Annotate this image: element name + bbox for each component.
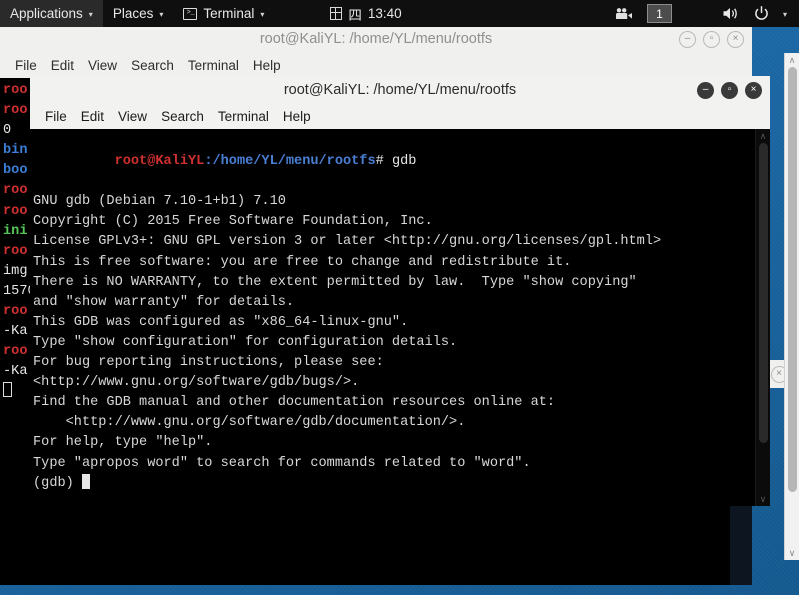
background-window-menubar: File Edit View Search Terminal Help (0, 53, 752, 78)
menu-terminal[interactable]: Terminal (211, 104, 276, 129)
calendar-icon (330, 7, 343, 20)
background-terminal-scrollbar[interactable]: ∧ ∨ (784, 53, 799, 560)
volume-icon[interactable] (722, 6, 740, 21)
background-window-controls: – ▫ × (679, 30, 744, 48)
terminal-icon: >_ (183, 7, 198, 20)
close-button[interactable]: × (727, 30, 744, 48)
menu-view[interactable]: View (81, 53, 124, 78)
scroll-down-arrow-icon[interactable]: ∨ (756, 492, 770, 506)
clock-time: 13:40 (367, 6, 402, 21)
chevron-down-icon[interactable]: ▾ (783, 10, 787, 19)
gdb-prompt-line: (gdb) (33, 473, 755, 494)
applications-menu[interactable]: Applications ▾ (0, 0, 103, 27)
menu-view[interactable]: View (111, 104, 154, 129)
terminal-line: <http://www.gnu.org/software/gdb/documen… (33, 415, 466, 431)
scrollbar-thumb[interactable] (788, 67, 797, 492)
menu-search[interactable]: Search (154, 104, 211, 129)
active-terminal-area: root@KaliYL:/home/YL/menu/rootfs# gdb GN… (30, 129, 770, 506)
terminal-line: This GDB was configured as "x86_64-linux… (33, 314, 409, 330)
scroll-up-arrow-icon[interactable]: ∧ (756, 129, 770, 143)
active-window-title: root@KaliYL: /home/YL/menu/rootfs (283, 82, 517, 98)
power-icon[interactable] (754, 6, 769, 21)
close-button[interactable]: × (745, 81, 762, 99)
terminal-line: <http://www.gnu.org/software/gdb/bugs/>. (33, 375, 360, 391)
chevron-down-icon: ▾ (159, 9, 164, 19)
terminal-line: Copyright (C) 2015 Free Software Foundat… (33, 214, 433, 230)
terminal-line: and "show warranty" for details. (33, 294, 295, 310)
terminal-line: For help, type "help". (33, 435, 213, 451)
active-terminal-output[interactable]: root@KaliYL:/home/YL/menu/rootfs# gdb GN… (30, 129, 755, 506)
terminal-line: Find the GDB manual and other documentat… (33, 395, 556, 411)
terminal-line: GNU gdb (Debian 7.10-1+b1) 7.10 (33, 194, 286, 210)
active-window-menubar: File Edit View Search Terminal Help (30, 104, 770, 129)
applications-menu-label: Applications (10, 6, 83, 21)
places-menu[interactable]: Places ▾ (103, 0, 174, 27)
minimize-button[interactable]: – (679, 30, 696, 48)
prompt-sigil: # (375, 154, 392, 170)
chevron-down-icon: ▾ (88, 9, 93, 19)
text-cursor (3, 382, 12, 398)
menu-file[interactable]: File (38, 104, 74, 129)
scroll-up-arrow-icon[interactable]: ∧ (785, 53, 799, 67)
gdb-prompt-label: (gdb) (33, 475, 82, 491)
terminal-menu-label: Terminal (203, 6, 255, 21)
menu-edit[interactable]: Edit (74, 104, 111, 129)
active-terminal-window[interactable]: root@KaliYL: /home/YL/menu/rootfs – ▫ × … (30, 76, 770, 506)
text-cursor (81, 473, 90, 489)
menu-help[interactable]: Help (246, 53, 288, 78)
active-window-titlebar[interactable]: root@KaliYL: /home/YL/menu/rootfs – ▫ × (30, 76, 770, 104)
places-menu-label: Places (112, 6, 154, 21)
menu-terminal[interactable]: Terminal (181, 53, 246, 78)
terminal-line: This is free software: you are free to c… (33, 254, 572, 270)
prompt-user-host: root@KaliYL (114, 154, 205, 170)
top-panel: Applications ▾ Places ▾ >_ Terminal ▾ 四 … (0, 0, 799, 27)
desktop: Applications ▾ Places ▾ >_ Terminal ▾ 四 … (0, 0, 799, 595)
scrollbar-track[interactable] (756, 143, 770, 492)
terminal-menu[interactable]: >_ Terminal ▾ (173, 0, 274, 27)
active-window-controls: – ▫ × (697, 81, 762, 99)
prompt-command: gdb (391, 154, 417, 170)
maximize-button[interactable]: ▫ (721, 81, 738, 99)
menu-edit[interactable]: Edit (44, 53, 81, 78)
shell-prompt-line: root@KaliYL:/home/YL/menu/rootfs# gdb (33, 132, 755, 192)
clock-day: 四 (348, 7, 362, 23)
chevron-down-icon: ▾ (260, 9, 265, 19)
workspace-indicator[interactable]: 1 (646, 4, 672, 23)
clock[interactable]: 四 13:40 (320, 4, 411, 24)
terminal-line: For bug reporting instructions, please s… (33, 355, 384, 371)
prompt-path: :/home/YL/menu/rootfs (204, 154, 376, 170)
active-terminal-scrollbar[interactable]: ∧ ∨ (755, 129, 770, 506)
scrollbar-thumb[interactable] (759, 143, 768, 443)
menu-search[interactable]: Search (124, 53, 181, 78)
terminal-line: There is NO WARRANTY, to the extent perm… (33, 274, 637, 290)
video-icon[interactable] (615, 7, 633, 20)
background-window-title: root@KaliYL: /home/YL/menu/rootfs (259, 31, 493, 47)
minimize-button[interactable]: – (697, 81, 714, 99)
terminal-line: Type "apropos word" to search for comman… (33, 455, 531, 471)
menu-file[interactable]: File (8, 53, 44, 78)
terminal-line: Type "show configuration" for configurat… (33, 334, 458, 350)
maximize-button[interactable]: ▫ (703, 30, 720, 48)
gdb-output-block: GNU gdb (Debian 7.10-1+b1) 7.10 Copyright… (33, 192, 755, 473)
system-tray: 1 ▾ (615, 4, 799, 23)
background-window-titlebar[interactable]: root@KaliYL: /home/YL/menu/rootfs – ▫ × (0, 25, 752, 53)
terminal-line: License GPLv3+: GNU GPL version 3 or lat… (33, 234, 662, 250)
scrollbar-track[interactable] (785, 67, 799, 546)
scroll-down-arrow-icon[interactable]: ∨ (785, 546, 799, 560)
menu-help[interactable]: Help (276, 104, 318, 129)
